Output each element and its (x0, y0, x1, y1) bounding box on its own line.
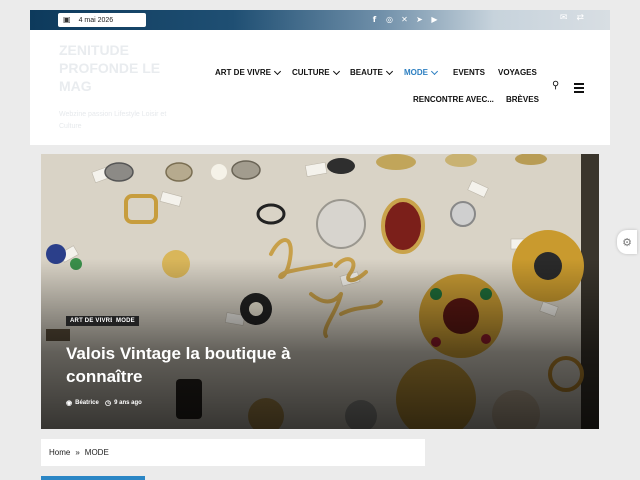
hero-featured-post[interactable]: ART DE VIVRE MODE Valois Vintage la bout… (41, 154, 599, 429)
shuffle-icon[interactable]: ⇄ (576, 13, 584, 23)
youtube-icon[interactable]: ▶ (430, 13, 439, 26)
nav-item-voyages[interactable]: VOYAGES (498, 68, 537, 77)
user-icon: ◉ (66, 400, 73, 407)
date-pill: ▣ 4 mai 2026 (58, 13, 146, 27)
chevron-down-icon (385, 67, 393, 75)
instagram-icon[interactable]: ◎ (385, 13, 394, 26)
category-tag-art-de-vivre[interactable]: ART DE VIVRE (66, 316, 119, 326)
nav-label: ART DE VIVRE (215, 68, 272, 77)
site-tagline: Webzine passion Lifestyle Loisir et Cult… (59, 111, 167, 130)
nav-label: RENCONTRE AVEC... (413, 95, 494, 104)
category-tag-mode[interactable]: MODE (112, 316, 139, 326)
nav-label: BRÈVES (506, 95, 539, 104)
nav-item-beaute[interactable]: BEAUTE (350, 67, 393, 77)
x-icon[interactable]: ✕ (400, 13, 409, 26)
chevron-down-icon (332, 67, 340, 75)
section-heading-strip (41, 476, 145, 480)
nav-item-breves[interactable]: BRÈVES (506, 95, 539, 104)
breadcrumb-separator: » (75, 448, 80, 457)
hero-post-title[interactable]: Valois Vintage la boutique à connaître (66, 342, 346, 388)
breadcrumb: Home » MODE (41, 439, 425, 466)
site-title[interactable]: ZENITUDE PROFONDE LE MAG (59, 41, 189, 95)
chevron-down-icon (430, 67, 439, 75)
nav-label: MODE (404, 68, 428, 77)
nav-item-rencontre-avec[interactable]: RENCONTRE AVEC... (413, 95, 494, 104)
nav-label: EVENTS (453, 68, 486, 77)
current-date: 4 mai 2026 (78, 16, 114, 24)
breadcrumb-home[interactable]: Home (49, 448, 70, 457)
chevron-down-icon (273, 67, 282, 75)
nav-label: VOYAGES (498, 68, 537, 77)
author-name: Béatrice (75, 400, 99, 406)
time-ago: 9 ans ago (114, 400, 142, 406)
calendar-icon: ▣ (63, 15, 71, 24)
search-icon[interactable]: ⚲ (552, 80, 559, 91)
hamburger-menu-icon[interactable] (574, 83, 584, 95)
post-author[interactable]: ◉ Béatrice (66, 399, 99, 407)
nav-label: CULTURE (292, 68, 330, 77)
nav-item-art-de-vivre[interactable]: ART DE VIVRE (215, 67, 282, 77)
social-links: f ◎ ✕ ➤ ▶ (370, 13, 439, 26)
top-bar: ▣ 4 mai 2026 f ◎ ✕ ➤ ▶ ✉ ⇄ (30, 10, 610, 30)
post-date: ◷ 9 ans ago (105, 399, 142, 407)
clock-icon: ◷ (105, 400, 112, 407)
nav-item-mode[interactable]: MODE (404, 67, 439, 77)
settings-gear-icon[interactable]: ⚙ (617, 230, 637, 254)
nav-item-events[interactable]: EVENTS (453, 68, 485, 77)
nav-item-culture[interactable]: CULTURE (292, 67, 340, 77)
facebook-icon[interactable]: f (370, 13, 379, 26)
mail-icon[interactable]: ✉ (560, 13, 568, 23)
telegram-icon[interactable]: ➤ (415, 13, 424, 26)
breadcrumb-current: MODE (84, 448, 109, 457)
nav-label: BEAUTE (350, 68, 383, 77)
site-header: ZENITUDE PROFONDE LE MAG Webzine passion… (30, 30, 610, 145)
top-right-icons: ✉ ⇄ (560, 13, 584, 23)
